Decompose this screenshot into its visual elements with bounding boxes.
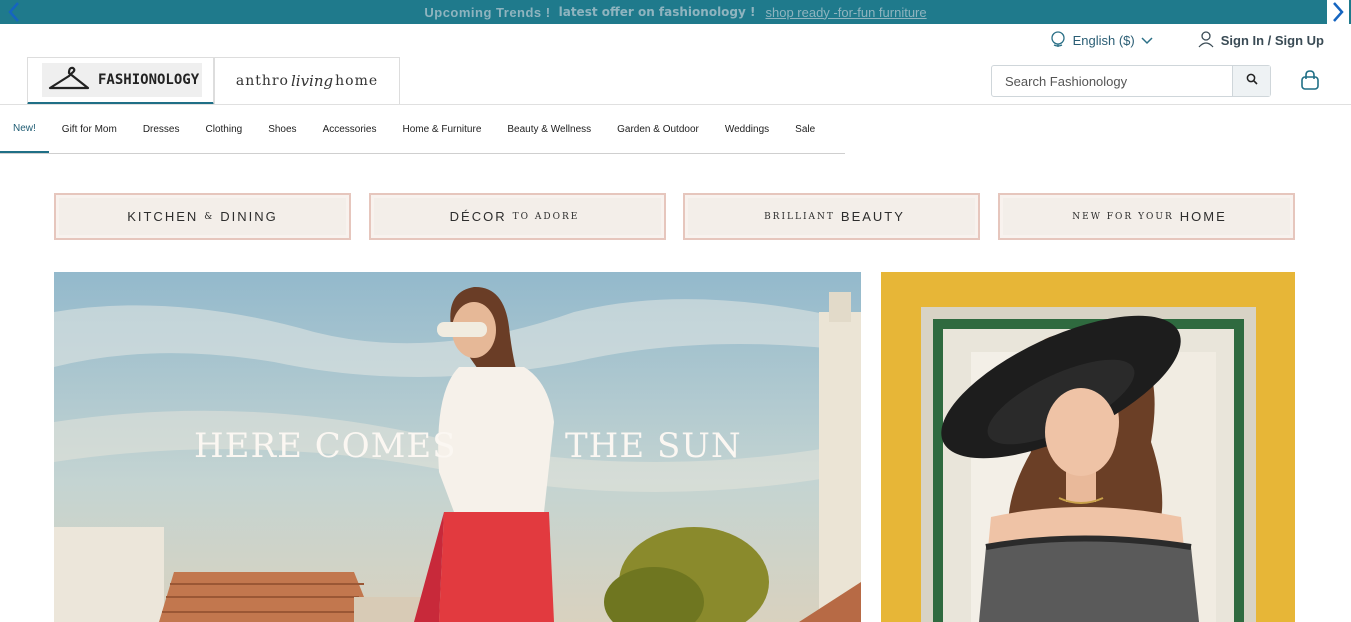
- tile-text: KITCHEN: [127, 209, 199, 224]
- nav-item-sale[interactable]: Sale: [782, 105, 828, 153]
- tile-text: BRILLIANT: [764, 211, 835, 222]
- nav-item-garden-outdoor[interactable]: Garden & Outdoor: [604, 105, 712, 153]
- nav-underline: [0, 153, 845, 154]
- logo-text-anthro: anthro: [235, 73, 289, 89]
- search-button[interactable]: [1232, 66, 1270, 96]
- chevron-left-icon[interactable]: [2, 0, 26, 24]
- side-promo-image: [881, 272, 1295, 622]
- logo-text-script: living: [290, 72, 334, 90]
- logo-text-home: home: [335, 73, 379, 89]
- hero-headline-right: THE SUN: [565, 426, 742, 466]
- sign-in-label: Sign In / Sign Up: [1220, 33, 1324, 48]
- logo-wordmark: FASHIONOLOGY: [98, 72, 200, 88]
- shopping-bag-icon: [1299, 69, 1321, 96]
- sign-in-link[interactable]: Sign In / Sign Up: [1197, 30, 1324, 51]
- hero-banner[interactable]: HERE COMES THE SUN: [54, 272, 861, 622]
- search-input[interactable]: [992, 66, 1232, 96]
- promo-link[interactable]: shop ready -for-fun furniture: [765, 5, 926, 20]
- nav-item-accessories[interactable]: Accessories: [310, 105, 390, 153]
- nav-item-clothing[interactable]: Clothing: [193, 105, 256, 153]
- fashionology-logo-tab[interactable]: FASHIONOLOGY: [27, 57, 214, 105]
- nav-item-home-furniture[interactable]: Home & Furniture: [389, 105, 494, 153]
- search-bar: [991, 65, 1271, 97]
- promo-text: Upcoming Trends !: [424, 4, 551, 20]
- nav-item-shoes[interactable]: Shoes: [255, 105, 309, 153]
- user-icon: [1197, 30, 1215, 51]
- chevron-right-icon[interactable]: [1327, 0, 1349, 24]
- tile-text: BEAUTY: [840, 209, 905, 224]
- shopping-bag-button[interactable]: [1298, 69, 1322, 96]
- fashionology-logo: FASHIONOLOGY: [42, 63, 202, 97]
- chevron-down-icon: [1141, 33, 1153, 48]
- anthroliving-home-logo-tab[interactable]: anthro living home: [214, 57, 400, 105]
- tile-text: HOME: [1179, 209, 1227, 224]
- hero-headline-left: HERE COMES: [194, 426, 457, 466]
- main-nav: New! Gift for Mom Dresses Clothing Shoes…: [0, 105, 828, 153]
- side-promo-banner[interactable]: [881, 272, 1295, 622]
- tile-text: DÉCOR: [449, 209, 507, 224]
- category-tile-brilliant-beauty[interactable]: BRILLIANT BEAUTY: [683, 193, 980, 240]
- category-tile-new-for-your-home[interactable]: NEW FOR YOUR HOME: [998, 193, 1295, 240]
- search-icon: [1246, 72, 1258, 90]
- nav-item-beauty-wellness[interactable]: Beauty & Wellness: [494, 105, 604, 153]
- nav-item-new[interactable]: New!: [0, 105, 49, 153]
- language-label: English ($): [1072, 33, 1135, 48]
- globe-icon: [1049, 30, 1067, 51]
- nav-item-weddings[interactable]: Weddings: [712, 105, 782, 153]
- nav-item-dresses[interactable]: Dresses: [130, 105, 193, 153]
- promo-offer-text: latest offer on fashionology !: [558, 5, 756, 19]
- tile-text: DINING: [220, 209, 278, 224]
- category-tile-decor-to-adore[interactable]: DÉCOR TO ADORE: [369, 193, 666, 240]
- tile-text: &: [204, 211, 215, 222]
- category-tile-kitchen-dining[interactable]: KITCHEN & DINING: [54, 193, 351, 240]
- hanger-icon: [46, 64, 92, 97]
- tile-text: NEW FOR YOUR: [1072, 211, 1174, 222]
- nav-item-gift-for-mom[interactable]: Gift for Mom: [49, 105, 130, 153]
- language-selector[interactable]: English ($): [1049, 30, 1153, 51]
- tile-text: TO ADORE: [512, 211, 580, 222]
- promo-banner: Upcoming Trends ! latest offer on fashio…: [0, 0, 1351, 24]
- utility-bar: English ($) Sign In / Sign Up: [1049, 30, 1324, 51]
